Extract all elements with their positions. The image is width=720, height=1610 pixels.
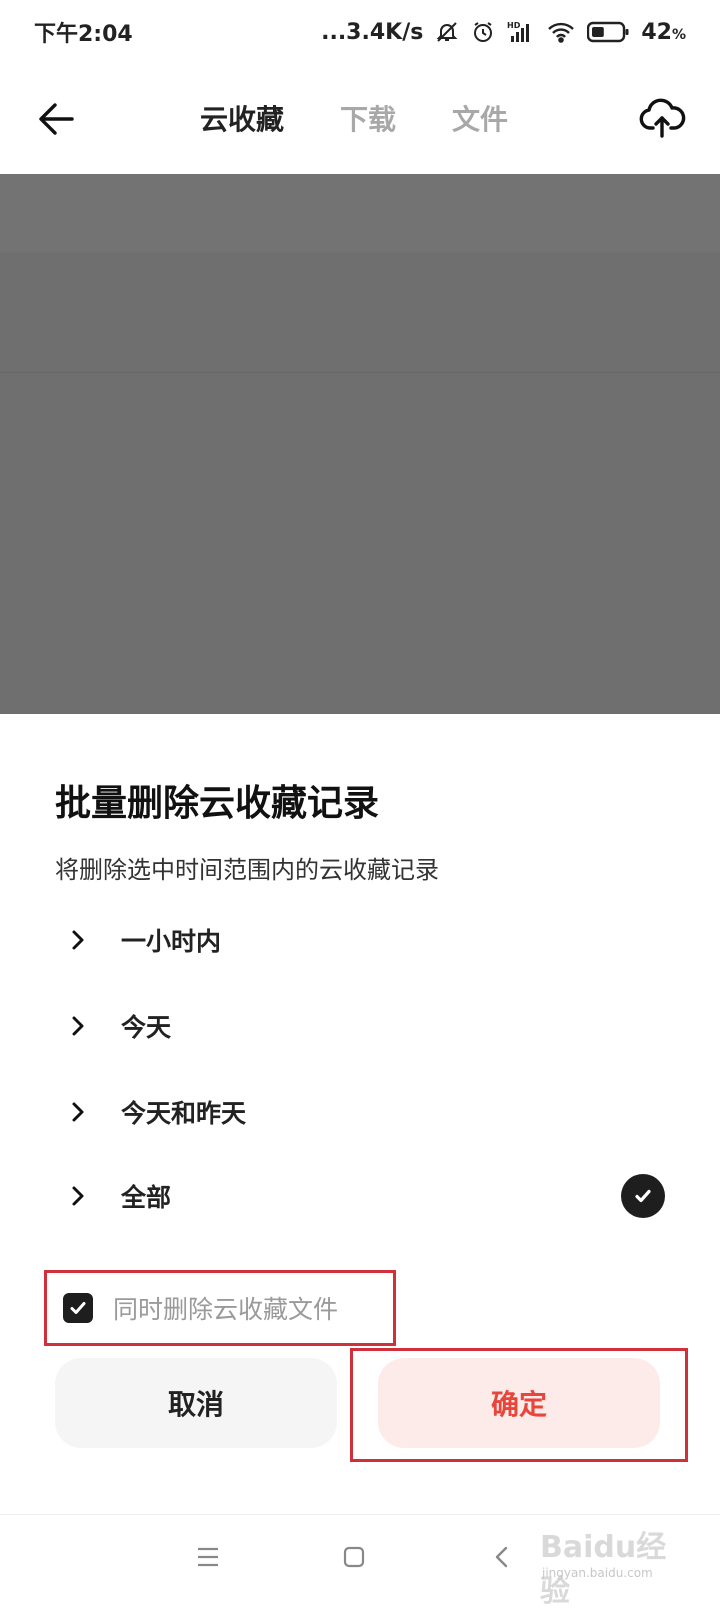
cancel-button[interactable]: 取消: [55, 1358, 337, 1448]
checkbox-checked-icon[interactable]: [63, 1293, 93, 1323]
option-label: 今天: [121, 1013, 172, 1042]
dimmed-divider: [0, 372, 720, 373]
alarm-icon: [471, 20, 495, 44]
wifi-icon: [547, 20, 575, 44]
tab-downloads[interactable]: 下载: [340, 98, 396, 138]
tab-bar: 云收藏 下载 文件: [200, 98, 508, 138]
menu-icon[interactable]: [188, 1537, 228, 1577]
bell-off-icon: [435, 20, 459, 44]
cloud-upload-icon[interactable]: [638, 94, 686, 142]
selected-check-icon: [621, 1174, 665, 1218]
option-within-one-hour[interactable]: 一小时内: [55, 910, 665, 970]
batch-delete-dialog: 批量删除云收藏记录 将删除选中时间范围内的云收藏记录 一小时内 今天 今天和昨天…: [0, 714, 720, 1514]
dialog-title: 批量删除云收藏记录: [55, 783, 380, 824]
svg-text:HD: HD: [507, 21, 521, 30]
watermark-logo: Baidu经验 jingyan.baidu.com: [540, 1518, 680, 1609]
tab-cloud-favorites[interactable]: 云收藏: [200, 98, 284, 138]
arrow-left-icon[interactable]: [36, 98, 78, 140]
option-label: 今天和昨天: [121, 1099, 247, 1128]
top-bar: 云收藏 下载 文件: [0, 64, 720, 174]
status-icons: ...3.4K/s HD 42%: [321, 20, 686, 45]
option-all[interactable]: 全部: [55, 1166, 665, 1226]
dialog-subtitle: 将删除选中时间范围内的云收藏记录: [55, 856, 439, 884]
network-speed: ...3.4K/s: [321, 19, 424, 45]
tab-files[interactable]: 文件: [452, 98, 508, 138]
dimmed-band: [0, 174, 720, 252]
option-today-and-yesterday[interactable]: 今天和昨天: [55, 1082, 665, 1142]
chevron-right-icon: [72, 930, 84, 950]
watermark-url: jingyan.baidu.com: [542, 1566, 653, 1580]
hd-signal-icon: HD: [507, 20, 535, 44]
status-bar: 下午2:04 ...3.4K/s HD 42%: [0, 0, 720, 64]
chevron-right-icon: [72, 1102, 84, 1122]
also-delete-label: 同时删除云收藏文件: [113, 1295, 339, 1324]
confirm-button[interactable]: 确定: [378, 1358, 660, 1448]
status-time: 下午2:04: [34, 22, 133, 47]
home-icon[interactable]: [334, 1537, 374, 1577]
also-delete-files-checkbox[interactable]: 同时删除云收藏文件: [44, 1270, 396, 1346]
option-label: 全部: [121, 1183, 172, 1212]
option-label: 一小时内: [121, 927, 222, 956]
back-icon[interactable]: [482, 1537, 522, 1577]
option-today[interactable]: 今天: [55, 996, 665, 1056]
chevron-right-icon: [72, 1186, 84, 1206]
chevron-right-icon: [72, 1016, 84, 1036]
battery-icon: [587, 21, 629, 43]
dimmed-page-overlay[interactable]: [0, 174, 720, 714]
battery-text: 42%: [641, 19, 686, 45]
